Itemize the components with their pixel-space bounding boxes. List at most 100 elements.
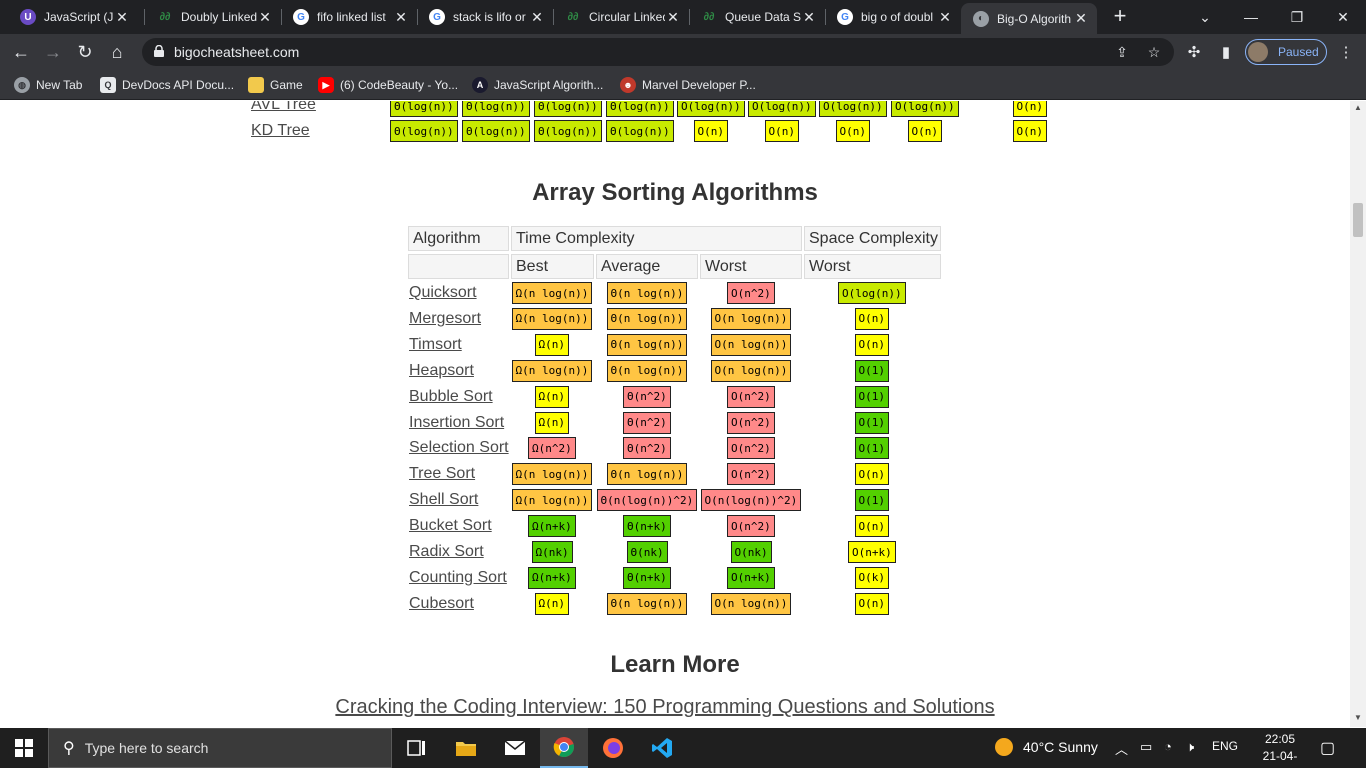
algorithm-link[interactable]: Quicksort [409,284,477,302]
windows-icon [15,739,33,757]
new-tab-button[interactable]: + [1108,5,1132,29]
chevron-up-icon[interactable]: ︿ [1115,739,1128,758]
javascript-algo-icon: A [472,77,488,93]
firefox-taskbar-button[interactable] [589,728,637,768]
ds-link-kd-tree[interactable]: KD Tree [251,122,310,140]
tab-title: big o of doubl [861,10,934,24]
algorithm-link[interactable]: Heapsort [409,362,474,380]
tab-big-o-doubly[interactable]: G big o of doubl ✕ [825,0,961,34]
gfg-icon: ∂∂ [567,11,579,23]
complexity-cell-average: Θ(n+k) [623,566,671,589]
tab-fifo[interactable]: G fifo linked list ✕ [281,0,417,34]
extensions-icon[interactable]: ✣ [1184,42,1204,62]
tab-javascript[interactable]: U JavaScript (JS) ✕ [8,0,138,34]
chrome-taskbar-button[interactable] [540,728,588,768]
header-algorithm: Algorithm [408,226,509,251]
complexity-cell-average: Θ(n log(n)) [606,359,688,382]
algorithm-link[interactable]: Mergesort [409,310,481,328]
tab-big-o-active[interactable]: ◐ Big-O Algorith ✕ [961,3,1097,34]
vertical-scrollbar[interactable]: ▲ ▼ [1350,101,1366,727]
tab-title: stack is lifo or [453,10,526,24]
url-text: bigocheatsheet.com [174,44,300,60]
complexity-cell-best: Ω(n log(n)) [511,489,593,512]
tab-circular-linked[interactable]: ∂∂ Circular Linked ✕ [553,0,689,34]
scroll-thumb[interactable] [1353,203,1363,237]
file-explorer-button[interactable] [442,728,490,768]
close-icon[interactable]: ✕ [393,9,409,26]
algorithm-link[interactable]: Shell Sort [409,491,478,509]
close-icon[interactable]: ✕ [937,9,953,26]
vscode-taskbar-button[interactable] [638,728,686,768]
home-button[interactable]: ⌂ [104,39,130,65]
algorithm-link[interactable]: Bucket Sort [409,517,492,535]
task-view-button[interactable] [393,728,441,768]
language-indicator[interactable]: ENG [1212,739,1238,753]
scroll-up-icon[interactable]: ▲ [1354,103,1362,112]
close-icon[interactable]: ✕ [801,9,817,26]
tab-stack[interactable]: G stack is lifo or ✕ [417,0,553,34]
forward-button[interactable]: → [40,39,66,65]
side-panel-icon[interactable]: ▮ [1216,42,1236,62]
bookmark-devdocs[interactable]: Q DevDocs API Docu... [100,76,234,94]
algorithm-link[interactable]: Insertion Sort [409,414,504,432]
back-button[interactable]: ← [8,39,34,65]
complexity-cell-average: Θ(n(log(n))^2) [596,489,698,512]
bookmark-codebeauty[interactable]: ▶ (6) CodeBeauty - Yo... [318,76,458,94]
book-link[interactable]: Cracking the Coding Interview: 150 Progr… [0,696,1330,719]
taskbar-search[interactable]: ⚲ Type here to search [48,728,392,768]
bookmark-game[interactable]: Game [248,76,303,94]
complexity-cell-best: Ω(n) [534,411,569,434]
bookmark-js-algorithms[interactable]: A JavaScript Algorith... [472,76,603,94]
scroll-down-icon[interactable]: ▼ [1354,713,1362,722]
close-icon[interactable]: ✕ [114,9,130,26]
address-bar[interactable]: bigocheatsheet.com ⇪ ☆ [142,38,1174,66]
close-icon[interactable]: ✕ [529,9,545,26]
close-icon[interactable]: ✕ [665,9,681,26]
volume-icon[interactable]: 🕨 [1186,739,1194,755]
reload-button[interactable]: ↻ [72,39,98,65]
tab-queue[interactable]: ∂∂ Queue Data S ✕ [689,0,825,34]
algorithm-link[interactable]: Counting Sort [409,569,507,587]
bookmark-marvel[interactable]: ☻ Marvel Developer P... [620,76,756,94]
mail-button[interactable] [491,728,539,768]
algorithm-link[interactable]: Selection Sort [409,439,509,457]
ds-link-avl-tree[interactable]: AVL Tree [251,101,316,114]
wifi-icon[interactable]: ◔ [1164,739,1172,754]
bookmark-new-tab[interactable]: ◍ New Tab [14,76,82,94]
close-window-button[interactable]: ✕ [1320,0,1366,34]
battery-icon[interactable]: ▭ [1140,739,1152,755]
complexity-cell-worst: O(n^2) [727,385,775,408]
close-icon[interactable]: ✕ [257,9,273,26]
complexity-cell: Θ(log(n)) [606,101,674,117]
complexity-cell: O(n) [764,120,799,142]
tab-strip: U JavaScript (JS) ✕ ∂∂ Doubly Linked ✕ G… [0,0,1366,34]
complexity-cell-best: Ω(n) [534,385,569,408]
complexity-cell-best: Ω(n) [534,592,569,615]
algorithm-link[interactable]: Cubesort [409,595,474,613]
complexity-cell-average: Θ(n^2) [623,411,671,434]
search-placeholder: Type here to search [84,740,209,756]
clock[interactable]: 22:05 21-04-2022 [1252,731,1308,768]
close-icon[interactable]: ✕ [1073,10,1089,27]
share-icon[interactable]: ⇪ [1112,42,1132,62]
notification-icon[interactable]: ▢ [1320,738,1335,758]
algorithm-link[interactable]: Radix Sort [409,543,484,561]
windows-taskbar: ⚲ Type here to search 40°C Sunny ︿ ▭ ◔ 🕨… [0,728,1366,768]
weather-widget[interactable]: 40°C Sunny [995,738,1098,756]
start-button[interactable] [0,728,48,768]
complexity-cell-space: O(k) [854,566,889,589]
menu-icon[interactable]: ⋮ [1336,42,1356,62]
bookmark-star-icon[interactable]: ☆ [1144,42,1164,62]
tab-title: Circular Linked [589,10,665,24]
complexity-cell: O(n) [835,120,870,142]
bigo-icon: ◐ [973,10,989,27]
algorithm-link[interactable]: Tree Sort [409,465,475,483]
tab-search-button[interactable]: ⌄ [1182,0,1228,34]
restore-button[interactable]: ❐ [1274,0,1320,34]
complexity-cell-best: Ω(nk) [531,541,573,563]
algorithm-link[interactable]: Timsort [409,336,462,354]
tab-doubly-linked[interactable]: ∂∂ Doubly Linked ✕ [145,0,281,34]
profile-button[interactable]: Paused [1245,39,1327,65]
minimize-button[interactable]: — [1228,0,1274,34]
algorithm-link[interactable]: Bubble Sort [409,388,493,406]
